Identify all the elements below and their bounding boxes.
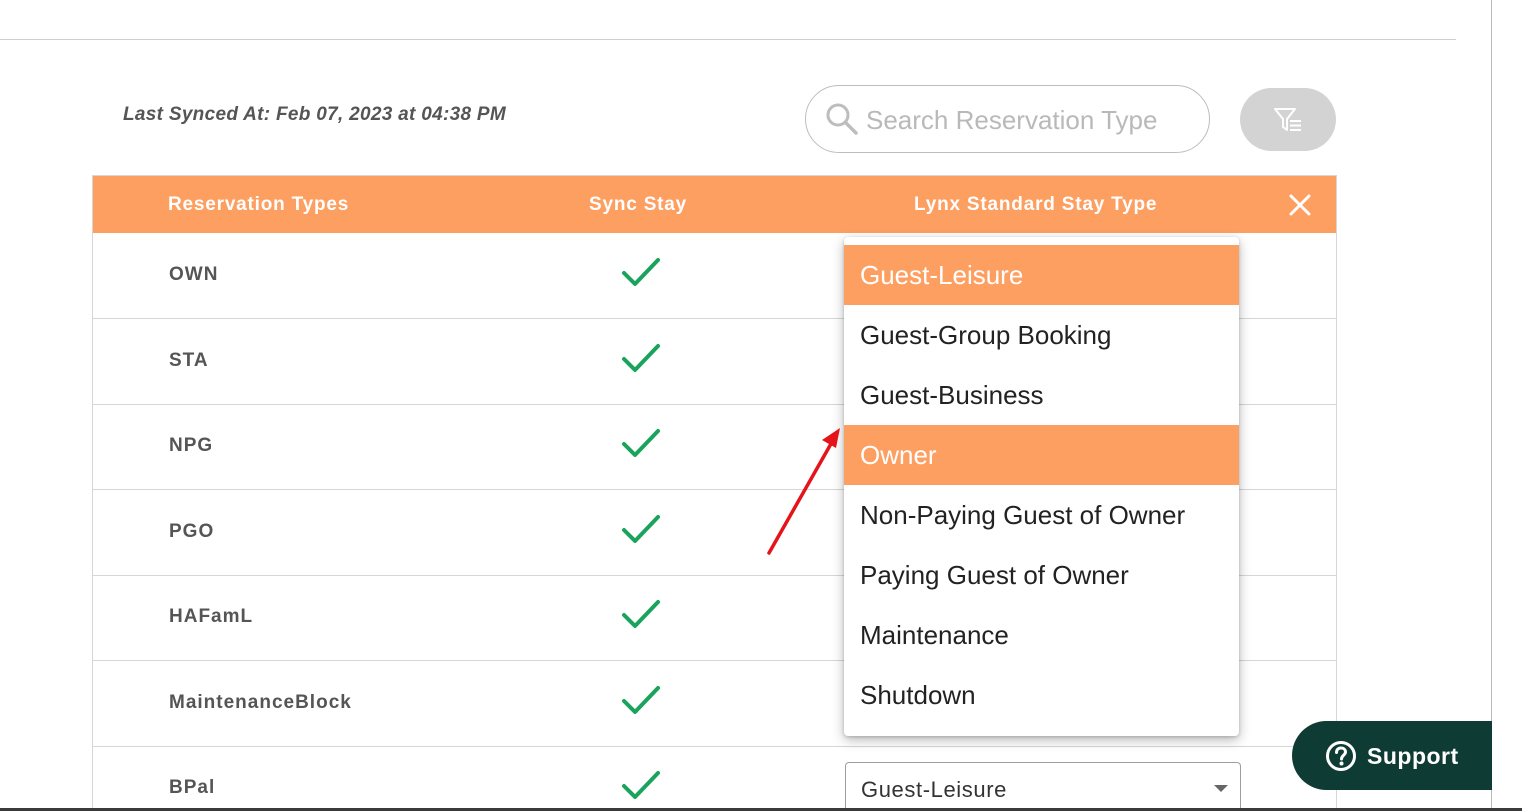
page: Last Synced At: Feb 07, 2023 at 04:38 PM… — [0, 0, 1522, 811]
support-label: Support — [1367, 743, 1459, 769]
reservation-type-cell: MaintenanceBlock — [169, 692, 352, 713]
column-header-lynx-standard-stay-type: Lynx Standard Stay Type — [914, 194, 1158, 215]
reservation-type-cell: HAFamL — [169, 606, 254, 627]
search-box[interactable] — [805, 85, 1210, 153]
reservation-type-cell: NPG — [169, 435, 214, 456]
reservation-type-cell: BPal — [169, 777, 216, 798]
table-row: BPal Guest-Leisure — [93, 746, 1336, 811]
check-icon — [622, 429, 660, 457]
check-icon — [622, 258, 660, 286]
check-icon — [622, 686, 660, 714]
help-icon — [1326, 741, 1356, 771]
dropdown-option-guest-leisure[interactable]: Guest-Leisure — [844, 245, 1239, 305]
dropdown-option-owner[interactable]: Owner — [844, 425, 1239, 485]
right-divider — [1491, 0, 1492, 811]
top-divider — [0, 39, 1456, 40]
dropdown-option-guest-group-booking[interactable]: Guest-Group Booking — [844, 305, 1239, 365]
reservation-type-cell: OWN — [169, 264, 219, 285]
check-icon — [622, 344, 660, 372]
support-button[interactable]: Support — [1292, 721, 1492, 790]
check-icon — [622, 600, 660, 628]
check-icon — [622, 771, 660, 799]
reservation-type-cell: PGO — [169, 521, 215, 542]
arrow-annotation — [767, 428, 840, 555]
check-icon — [622, 515, 660, 543]
close-icon[interactable] — [1288, 193, 1312, 217]
stay-type-select[interactable]: Guest-Leisure — [845, 762, 1241, 811]
dropdown-option-maintenance[interactable]: Maintenance — [844, 605, 1239, 665]
dropdown-option-guest-business[interactable]: Guest-Business — [844, 365, 1239, 425]
search-icon — [826, 103, 858, 135]
caret-down-icon — [1214, 785, 1228, 792]
filter-button[interactable] — [1240, 88, 1336, 151]
column-header-reservation-types: Reservation Types — [168, 194, 350, 215]
table-header: Reservation Types Sync Stay Lynx Standar… — [93, 176, 1336, 233]
search-input[interactable] — [866, 100, 1186, 140]
last-synced-label: Last Synced At: Feb 07, 2023 at 04:38 PM — [123, 104, 507, 125]
reservation-type-cell: STA — [169, 350, 209, 371]
dropdown-option-shutdown[interactable]: Shutdown — [844, 665, 1239, 725]
filter-icon — [1274, 108, 1301, 131]
dropdown-option-non-paying-guest-of-owner[interactable]: Non-Paying Guest of Owner — [844, 485, 1239, 545]
column-header-sync-stay: Sync Stay — [589, 194, 688, 215]
stay-type-select-value: Guest-Leisure — [861, 777, 1007, 802]
dropdown-option-paying-guest-of-owner[interactable]: Paying Guest of Owner — [844, 545, 1239, 605]
stay-type-dropdown-menu: Guest-Leisure Guest-Group Booking Guest-… — [844, 237, 1239, 736]
